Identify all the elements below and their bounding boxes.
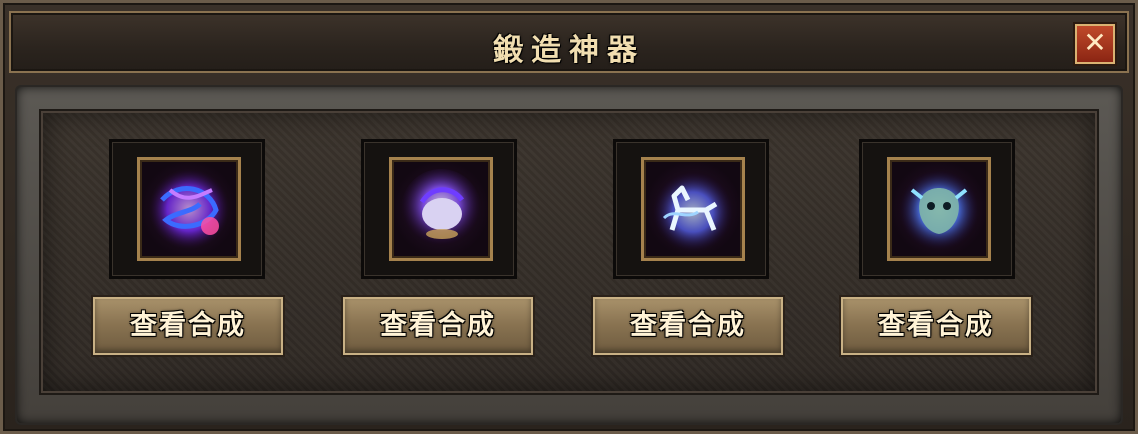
jade-beast-mask-artifact-icon <box>887 157 991 261</box>
artifact-slot-2[interactable] <box>361 139 517 279</box>
blue-spirit-horse-artifact-icon <box>641 157 745 261</box>
artifact-slot-4[interactable] <box>859 139 1015 279</box>
forge-artifact-window: 鍛造神器 ✕ 查看合成 查看合成 查看合成 查看合成 <box>0 0 1138 434</box>
item-frame <box>613 139 769 279</box>
close-button[interactable]: ✕ <box>1075 24 1115 64</box>
window-title: 鍛造神器 <box>493 33 645 68</box>
view-synthesis-button-1[interactable]: 查看合成 <box>93 297 283 355</box>
artifact-slot-1[interactable] <box>109 139 265 279</box>
title-bar: 鍛造神器 ✕ <box>9 11 1129 73</box>
item-frame <box>361 139 517 279</box>
item-frame <box>109 139 265 279</box>
content-frame: 查看合成 查看合成 查看合成 查看合成 <box>15 85 1123 425</box>
close-icon: ✕ <box>1083 26 1107 59</box>
purple-orb-artifact-icon <box>389 157 493 261</box>
item-frame <box>859 139 1015 279</box>
artifact-panel: 查看合成 查看合成 查看合成 查看合成 <box>39 109 1099 395</box>
artifact-slot-3[interactable] <box>613 139 769 279</box>
view-synthesis-button-3[interactable]: 查看合成 <box>593 297 783 355</box>
view-synthesis-button-4[interactable]: 查看合成 <box>841 297 1031 355</box>
view-synthesis-button-2[interactable]: 查看合成 <box>343 297 533 355</box>
purple-scarf-artifact-icon <box>137 157 241 261</box>
